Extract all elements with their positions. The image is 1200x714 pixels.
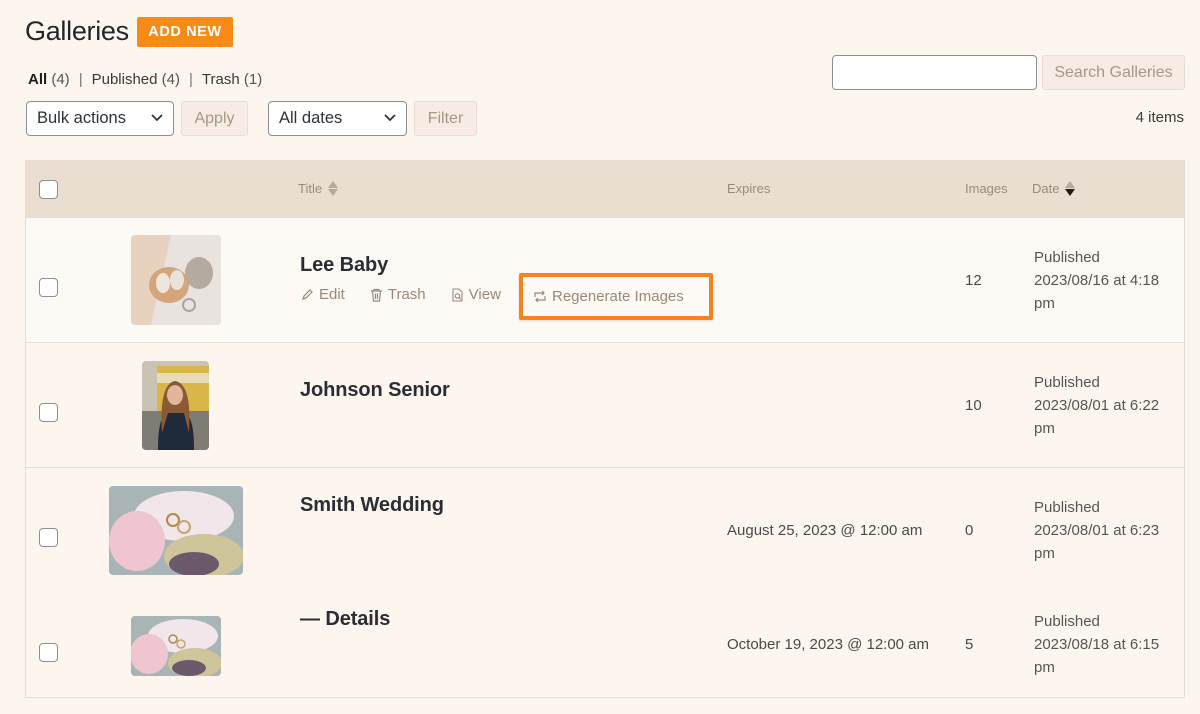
date-text: 2023/08/01 at 6:23 — [1034, 522, 1160, 539]
view-published-label: Published — [91, 71, 158, 88]
column-title-label: Title — [298, 181, 323, 196]
gallery-title-link[interactable]: Johnson Senior — [300, 379, 450, 402]
gallery-title-link[interactable]: — Details — [300, 608, 390, 631]
table-header: Title Expires Images Date — [26, 161, 1184, 218]
baby-shoes-photo-icon — [131, 235, 221, 325]
row-actions: Edit Trash View — [301, 286, 526, 303]
view-trash-label: Trash — [201, 71, 240, 88]
table-row: Lee Baby Edit Trash View Regenerate Imag… — [26, 218, 1184, 343]
images-count: 5 — [965, 636, 974, 653]
row-checkbox[interactable] — [39, 278, 58, 297]
column-date-label: Date — [1032, 181, 1060, 196]
dates-filter-value: All dates — [279, 109, 343, 127]
trash-action[interactable]: Trash — [370, 286, 426, 303]
separator: | — [78, 71, 83, 88]
table-row: Johnson Senior 10 Published 2023/08/01 a… — [26, 343, 1184, 468]
table-row: Smith Wedding August 25, 2023 @ 12:00 am… — [26, 468, 1184, 583]
wedding-rings-flowers-photo-icon — [109, 486, 243, 575]
row-checkbox[interactable] — [39, 528, 58, 547]
status-text: Published — [1034, 374, 1100, 391]
view-action[interactable]: View — [451, 286, 501, 303]
date-cell: Published 2023/08/16 at 4:18 pm — [1034, 246, 1184, 315]
sort-desc-icon — [1065, 181, 1076, 196]
column-expires: Expires — [727, 181, 770, 196]
date-cell: Published 2023/08/01 at 6:22 pm — [1034, 371, 1184, 440]
trash-icon — [370, 288, 382, 302]
status-text: Published — [1034, 249, 1100, 266]
status-text: Published — [1034, 613, 1100, 630]
date-text: 2023/08/01 at 6:22 — [1034, 397, 1160, 414]
date-text: 2023/08/18 at 6:15 — [1034, 636, 1160, 653]
dates-filter-select[interactable]: All dates — [268, 101, 407, 136]
edit-action[interactable]: Edit — [301, 286, 345, 303]
view-all[interactable]: All (4) — [28, 71, 70, 88]
apply-button[interactable]: Apply — [181, 101, 248, 136]
expires-cell: August 25, 2023 @ 12:00 am — [727, 522, 923, 539]
date-suffix: pm — [1034, 659, 1055, 676]
regenerate-images-action[interactable]: Regenerate Images — [519, 273, 713, 320]
regenerate-icon — [534, 290, 546, 303]
gallery-title-link[interactable]: Lee Baby — [300, 254, 388, 277]
date-cell: Published 2023/08/18 at 6:15 pm — [1034, 610, 1184, 679]
column-images-label: Images — [965, 181, 1008, 196]
filter-button[interactable]: Filter — [414, 101, 477, 136]
gallery-thumbnail[interactable] — [131, 235, 221, 325]
search-input[interactable] — [832, 55, 1037, 90]
date-suffix: pm — [1034, 420, 1055, 437]
galleries-table: Title Expires Images Date Lee Baby Edit … — [25, 160, 1185, 698]
date-suffix: pm — [1034, 295, 1055, 312]
images-count: 0 — [965, 522, 974, 539]
chevron-down-icon — [151, 114, 163, 122]
column-images: Images — [965, 181, 1008, 196]
column-expires-label: Expires — [727, 181, 771, 196]
row-checkbox[interactable] — [39, 403, 58, 422]
column-title[interactable]: Title — [298, 181, 339, 196]
bulk-actions-select[interactable]: Bulk actions — [26, 101, 174, 136]
regenerate-label: Regenerate Images — [552, 288, 684, 305]
table-row: — Details October 19, 2023 @ 12:00 am 5 … — [26, 583, 1184, 698]
view-trash[interactable]: Trash (1) — [202, 71, 262, 88]
status-text: Published — [1034, 499, 1100, 516]
separator: | — [189, 71, 193, 88]
items-count: 4 items — [1135, 109, 1184, 126]
gallery-thumbnail[interactable] — [131, 616, 221, 676]
view-all-label: All — [28, 71, 48, 88]
view-all-count: (4) — [51, 71, 70, 88]
edit-label: Edit — [319, 286, 345, 303]
expires-cell: October 19, 2023 @ 12:00 am — [727, 636, 930, 653]
images-count: 10 — [965, 397, 982, 414]
date-text: 2023/08/16 at 4:18 — [1034, 272, 1160, 289]
trash-label: Trash — [387, 286, 426, 303]
view-published-count: (4) — [161, 71, 180, 88]
document-search-icon — [452, 287, 463, 302]
date-cell: Published 2023/08/01 at 6:23 pm — [1034, 496, 1184, 565]
wedding-rings-flowers-photo-icon — [131, 616, 221, 676]
sort-icon — [328, 181, 339, 196]
row-checkbox[interactable] — [39, 643, 58, 662]
search-galleries-button[interactable]: Search Galleries — [1042, 55, 1185, 90]
add-new-button[interactable]: ADD NEW — [137, 17, 233, 47]
view-trash-count: (1) — [243, 71, 263, 88]
select-all-checkbox[interactable] — [39, 180, 58, 199]
view-label: View — [468, 286, 501, 303]
view-filters: All (4) | Published (4) | Trash (1) — [28, 71, 262, 88]
pencil-icon — [302, 289, 313, 300]
column-date[interactable]: Date — [1032, 181, 1076, 196]
gallery-thumbnail[interactable] — [109, 486, 243, 575]
date-suffix: pm — [1034, 545, 1055, 562]
gallery-thumbnail[interactable] — [142, 361, 209, 450]
page-title: Galleries — [25, 16, 129, 46]
senior-portrait-photo-icon — [142, 361, 209, 450]
view-published[interactable]: Published (4) — [92, 71, 180, 88]
chevron-down-icon — [384, 114, 396, 122]
gallery-title-link[interactable]: Smith Wedding — [300, 494, 444, 517]
bulk-actions-value: Bulk actions — [37, 109, 126, 127]
images-count: 12 — [965, 272, 982, 289]
